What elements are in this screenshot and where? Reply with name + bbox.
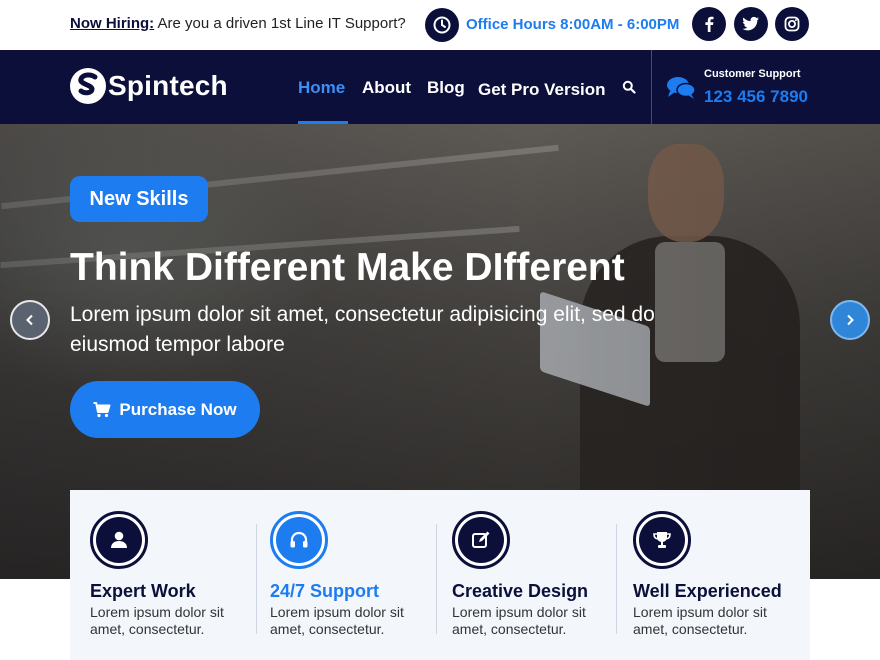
- hero-title: Think Different Make DIfferent: [70, 246, 625, 289]
- slider-prev-button[interactable]: [10, 300, 50, 340]
- nav-divider: [651, 50, 652, 124]
- instagram-icon[interactable]: [775, 7, 809, 41]
- clock-icon: [425, 8, 459, 42]
- hiring-label[interactable]: Now Hiring:: [70, 15, 154, 32]
- feature-card[interactable]: Well Experienced Lorem ipsum dolor sit a…: [613, 490, 794, 660]
- support-phone[interactable]: 123 456 7890: [704, 87, 808, 107]
- chevron-left-icon: [26, 314, 33, 326]
- trophy-icon: [633, 511, 691, 569]
- feature-title: 24/7 Support: [270, 581, 380, 601]
- hiring-text: Are you a driven 1st Line IT Support?: [157, 15, 406, 32]
- search-icon[interactable]: [622, 80, 636, 99]
- chevron-right-icon: [847, 314, 854, 326]
- top-bar: Now Hiring: Are you a driven 1st Line IT…: [0, 0, 880, 50]
- feature-title: Well Experienced: [633, 581, 782, 601]
- support-label: Customer Support: [704, 68, 801, 80]
- twitter-icon[interactable]: [734, 7, 768, 41]
- logo-text[interactable]: Spintech: [108, 70, 228, 102]
- slider-next-button[interactable]: [830, 300, 870, 340]
- feature-text: Lorem ipsum dolor sit amet, consectetur.: [270, 604, 404, 637]
- cart-icon: [93, 401, 111, 417]
- hiring-notice[interactable]: Now Hiring: Are you a driven 1st Line IT…: [70, 15, 406, 32]
- headphones-icon: [270, 511, 328, 569]
- nav-about[interactable]: About: [362, 78, 411, 98]
- logo-icon[interactable]: [70, 68, 106, 104]
- feature-text: Lorem ipsum dolor sit amet, consectetur.: [90, 604, 224, 637]
- purchase-now-label: Purchase Now: [119, 399, 237, 419]
- nav-get-pro[interactable]: Get Pro Version: [478, 80, 606, 100]
- feature-title: Creative Design: [452, 581, 589, 601]
- office-hours: Office Hours 8:00AM - 6:00PM: [466, 16, 680, 33]
- feature-title: Expert Work: [90, 581, 196, 601]
- feature-card[interactable]: Creative Design Lorem ipsum dolor sit am…: [432, 490, 613, 660]
- feature-card[interactable]: Expert Work Lorem ipsum dolor sit amet, …: [70, 490, 251, 660]
- feature-card[interactable]: 24/7 Support Lorem ipsum dolor sit amet,…: [250, 490, 431, 660]
- nav-home[interactable]: Home: [298, 78, 345, 98]
- feature-text: Lorem ipsum dolor sit amet, consectetur.: [452, 604, 586, 637]
- main-navbar: Spintech Home About Blog Get Pro Version…: [0, 50, 880, 124]
- purchase-now-button[interactable]: Purchase Now: [70, 381, 260, 438]
- edit-icon: [452, 511, 510, 569]
- hero-subtitle: Lorem ipsum dolor sit amet, consectetur …: [70, 303, 655, 356]
- nav-blog[interactable]: Blog: [427, 78, 465, 98]
- features-panel: Expert Work Lorem ipsum dolor sit amet, …: [70, 490, 810, 660]
- user-icon: [90, 511, 148, 569]
- feature-text: Lorem ipsum dolor sit amet, consectetur.: [633, 604, 767, 637]
- hero-badge: New Skills: [70, 176, 208, 222]
- chat-icon: [666, 76, 696, 105]
- facebook-icon[interactable]: [692, 7, 726, 41]
